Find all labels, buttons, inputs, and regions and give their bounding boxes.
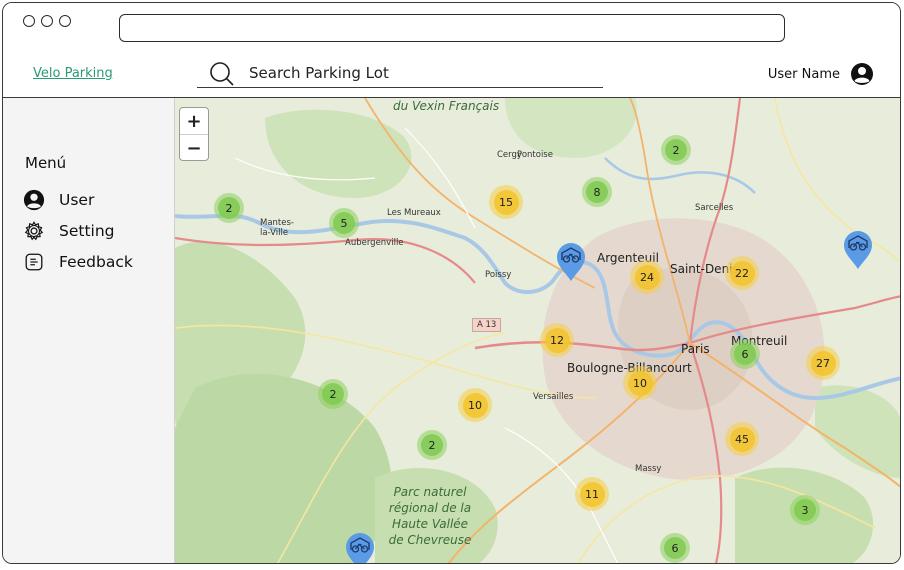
sidebar-item-label: Feedback: [59, 253, 133, 271]
sidebar: Menú User Setting Feedback: [3, 98, 175, 563]
cluster-count: 2: [665, 139, 687, 161]
map-label-versailles: Versailles: [533, 392, 574, 402]
cluster-count: 6: [734, 343, 756, 365]
map-label-paris: Paris: [681, 342, 710, 356]
search-input[interactable]: Search Parking Lot: [249, 64, 389, 82]
bike-parking-pin-icon[interactable]: [842, 230, 874, 270]
map-label-sarcelles: Sarcelles: [695, 203, 734, 213]
cluster-count: 10: [462, 392, 488, 418]
zoom-control: + −: [179, 107, 209, 161]
cluster-count: 24: [634, 264, 660, 290]
user-circle-icon: [23, 189, 45, 211]
zoom-in-button[interactable]: +: [180, 108, 208, 135]
map-cluster[interactable]: 12: [540, 323, 574, 357]
map-cluster[interactable]: 6: [730, 339, 760, 369]
user-name-label: User Name: [767, 66, 840, 82]
cluster-count: 45: [729, 426, 755, 452]
map-cluster[interactable]: 2: [661, 135, 691, 165]
cluster-count: 22: [729, 260, 755, 286]
bike-parking-pin-icon[interactable]: [344, 532, 376, 564]
zoom-out-button[interactable]: −: [180, 135, 208, 160]
map-cluster[interactable]: 2: [214, 193, 244, 223]
cluster-count: 15: [493, 189, 519, 215]
map-label-mantes: Mantes-la-Ville: [260, 218, 294, 238]
map-cluster[interactable]: 2: [318, 379, 348, 409]
avatar-icon[interactable]: [850, 62, 874, 86]
cluster-count: 10: [627, 370, 653, 396]
map-label-a13: A 13: [472, 318, 502, 332]
map-cluster[interactable]: 8: [582, 177, 612, 207]
map-cluster[interactable]: 11: [575, 477, 609, 511]
map-cluster[interactable]: 27: [806, 346, 840, 380]
cluster-count: 8: [586, 181, 608, 203]
map-label-pontoise: Pontoise: [517, 150, 553, 160]
map-cluster[interactable]: 6: [660, 533, 690, 563]
sidebar-item-label: User: [59, 191, 95, 209]
map-label-park: Parc naturel régional de la Haute Vallée…: [388, 485, 472, 547]
sidebar-item-feedback[interactable]: Feedback: [23, 250, 133, 274]
search-icon: [210, 62, 234, 86]
cluster-count: 6: [664, 537, 686, 559]
map-view[interactable]: du Vexin Français Cergy Pontoise Mantes-…: [175, 98, 900, 564]
map-cluster[interactable]: 10: [458, 388, 492, 422]
map-label-les-mureaux: Les Mureaux: [387, 208, 441, 218]
browser-titlebar: [3, 3, 900, 50]
map-cluster[interactable]: 24: [630, 260, 664, 294]
cluster-count: 2: [421, 434, 443, 456]
cluster-count: 3: [794, 499, 816, 521]
map-label-poissy: Poissy: [485, 270, 512, 280]
cluster-count: 27: [810, 350, 836, 376]
map-label-vexin: du Vexin Français: [393, 99, 500, 113]
search-bar[interactable]: Search Parking Lot: [197, 57, 603, 88]
bike-parking-pin-icon[interactable]: [555, 242, 587, 282]
map-cluster[interactable]: 2: [417, 430, 447, 460]
window-close-dot[interactable]: [23, 15, 35, 27]
map-label-aubergenville: Aubergenville: [345, 238, 404, 248]
window-maximize-dot[interactable]: [59, 15, 71, 27]
map-cluster[interactable]: 15: [489, 185, 523, 219]
cluster-count: 2: [218, 197, 240, 219]
cluster-count: 2: [322, 383, 344, 405]
map-cluster[interactable]: 5: [329, 208, 359, 238]
cluster-count: 12: [544, 327, 570, 353]
map-label-massy: Massy: [635, 464, 662, 474]
map-cluster[interactable]: 45: [725, 422, 759, 456]
feedback-icon: [25, 253, 43, 271]
sidebar-item-user[interactable]: User: [23, 188, 94, 212]
address-bar[interactable]: [119, 14, 785, 42]
user-menu[interactable]: User Name: [768, 61, 874, 87]
map-tiles: [175, 98, 900, 563]
map-cluster[interactable]: 10: [623, 366, 657, 400]
brand-link[interactable]: Velo Parking: [33, 66, 113, 81]
menu-title: Menú: [25, 154, 67, 172]
sidebar-item-setting[interactable]: Setting: [23, 219, 115, 243]
map-cluster[interactable]: 22: [725, 256, 759, 290]
cluster-count: 5: [333, 212, 355, 234]
app-header: Velo Parking Search Parking Lot User Nam…: [3, 49, 900, 98]
browser-window: Velo Parking Search Parking Lot User Nam…: [2, 2, 901, 564]
sidebar-item-label: Setting: [59, 222, 115, 240]
map-cluster[interactable]: 3: [790, 495, 820, 525]
window-minimize-dot[interactable]: [41, 15, 53, 27]
gear-icon: [24, 221, 44, 241]
cluster-count: 11: [579, 481, 605, 507]
